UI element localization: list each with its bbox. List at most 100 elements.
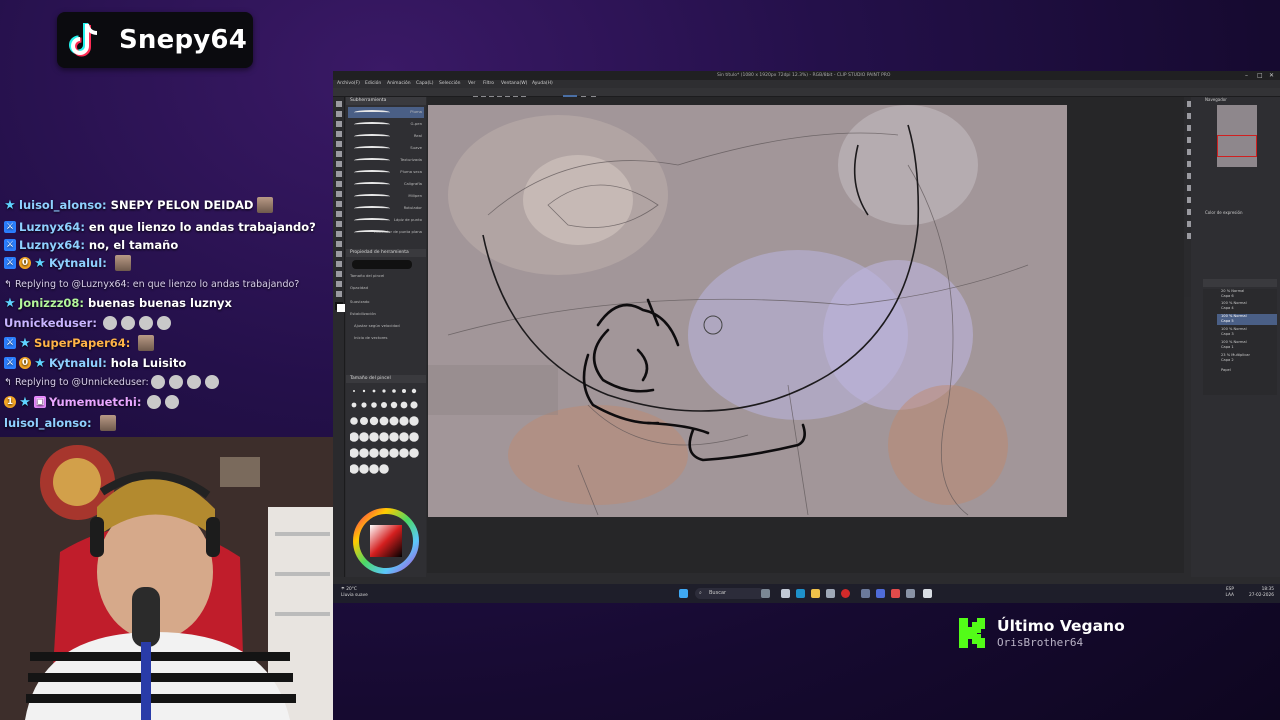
layer-list: 20 % Normal Capa 6 100 % Normal Capa 4 1… [1203, 289, 1277, 395]
brush-item[interactable]: Real [348, 131, 424, 142]
task-view-icon[interactable] [761, 589, 770, 598]
chat-message: ⚔ Luznyx64: en que lienzo lo andas traba… [4, 217, 316, 237]
layer-mode: 100 % Normal [1221, 340, 1247, 344]
opera-icon[interactable] [841, 589, 850, 598]
obs-icon[interactable] [891, 589, 900, 598]
layer-name[interactable]: Capa 1 [1221, 345, 1234, 349]
chat-text: SNEPY PELON DEIDAD [110, 198, 254, 212]
star-badge-icon: ★ [19, 394, 31, 410]
chat-username: Unnickeduser: [4, 316, 97, 330]
drawing-canvas[interactable] [428, 105, 1067, 517]
tool-property-title: Propiedad de herramienta [346, 249, 426, 257]
chat-message: 1 ★ ▣ Yumemuetchi: [4, 392, 181, 412]
layer-mode: 100 % Normal [1221, 301, 1247, 305]
prop-antialias: Suavizado [350, 299, 370, 304]
brush-item[interactable]: Texturizada [348, 155, 424, 166]
emote-icon [120, 316, 135, 330]
navigator-preview[interactable] [1217, 105, 1257, 167]
file-icon[interactable] [781, 589, 790, 598]
webcam-feed [0, 437, 333, 720]
emote-icon [168, 375, 183, 389]
brush-item[interactable]: Milipen [348, 191, 424, 202]
brush-item[interactable]: Marcador de punta plana [348, 227, 424, 238]
chat-username: Kytnalul: [49, 256, 107, 270]
menu-file[interactable]: Archivo(F) [337, 80, 360, 88]
chat-text: hola Luisito [110, 356, 187, 370]
layer-name[interactable]: Capa 2 [1221, 358, 1234, 362]
layer-name[interactable]: Papel [1221, 368, 1231, 372]
app-icon[interactable] [923, 589, 932, 598]
mod-badge-icon: ⚔ [4, 337, 16, 349]
menu-selection[interactable]: Selección [439, 80, 460, 88]
window-title: Sin título* (1080 x 1920px 72dpi 12.3%) … [717, 73, 891, 78]
layer-name[interactable]: Capa 4 [1221, 306, 1234, 310]
reply-icon: ↰ [4, 376, 12, 388]
clock-date: 27-02-2026 [1249, 593, 1274, 598]
star-badge-icon: ★ [4, 295, 16, 311]
brush-item[interactable]: Lápiz de punto [348, 215, 424, 226]
layer-mode: 100 % Normal [1221, 327, 1247, 331]
minimize-icon[interactable]: – [1245, 72, 1248, 79]
brush-item[interactable]: G-pen [348, 119, 424, 130]
chat-username: Kytnalul: [49, 356, 107, 370]
layer-name[interactable]: Capa 6 [1221, 294, 1234, 298]
chat-username: SuperPaper64: [34, 336, 131, 350]
maximize-icon[interactable]: □ [1257, 72, 1263, 79]
chat-message: ⚔ ★ SuperPaper64: [4, 333, 155, 353]
star-badge-icon: ★ [4, 197, 16, 213]
menu-animation[interactable]: Animación [387, 80, 411, 88]
app-icon[interactable] [906, 589, 915, 598]
channel-name: Snepy64 [119, 25, 248, 55]
folder-icon[interactable] [811, 589, 820, 598]
menu-window[interactable]: Ventana(W) [501, 80, 527, 88]
brush-item[interactable]: Caligrafía [348, 179, 424, 190]
prop-stabilization: Estabilización [350, 311, 376, 316]
close-icon[interactable]: ✕ [1269, 72, 1274, 79]
song-title: Último Vegano [997, 617, 1125, 635]
app-icon[interactable] [861, 589, 870, 598]
weather-temp: 20°C [346, 587, 357, 592]
navigator-title: Navegador [1205, 97, 1227, 102]
right-panel: Navegador Color de expresión 20 % Normal… [1191, 97, 1280, 577]
layer-name[interactable]: Capa 3 [1221, 332, 1234, 336]
window-titlebar: Sin título* (1080 x 1920px 72dpi 12.3%) … [333, 71, 1280, 80]
prop-vector-start[interactable]: Inicio de vectores [354, 335, 387, 340]
brush-item[interactable]: Pluma [348, 107, 424, 118]
emote-icon [165, 395, 180, 409]
layer-mode: 20 % Normal [1221, 289, 1245, 293]
emote-icon [186, 375, 201, 389]
canvas-area[interactable] [427, 97, 1184, 573]
chat-message: luisol_alonso: [4, 413, 116, 433]
menu-layer[interactable]: Capa(L) [416, 80, 434, 88]
brush-item[interactable]: Rotulador [348, 203, 424, 214]
now-playing-widget: Último Vegano OrisBrother64 [957, 612, 1125, 654]
avatar [257, 197, 274, 213]
channel-brand: Snepy64 [57, 12, 253, 68]
brush-item[interactable]: Suave [348, 143, 424, 154]
command-bar [333, 88, 1280, 102]
edge-icon[interactable] [796, 589, 805, 598]
weather-widget[interactable]: ☂ 20°C Lluvia suave [341, 587, 368, 599]
store-icon[interactable] [826, 589, 835, 598]
menu-edit[interactable]: Edición [365, 80, 381, 88]
tool-icons [335, 101, 345, 312]
menu-filter[interactable]: Filtro [483, 80, 494, 88]
prop-speed[interactable]: Ajustar según velocidad [354, 323, 400, 328]
chat-username: Yumemuetchi: [49, 395, 142, 409]
tool-palette [333, 97, 345, 577]
taskbar-search[interactable]: ⌕ Buscar [695, 588, 765, 599]
clip-studio-icon[interactable] [876, 589, 885, 598]
menu-view[interactable]: Ver [468, 80, 475, 88]
brush-size-grid[interactable] [350, 387, 422, 477]
chat-text: en que lienzo lo andas trabajando? [88, 220, 316, 234]
color-wheel[interactable] [352, 507, 420, 575]
search-icon: ⌕ [699, 590, 702, 596]
windows-start-icon[interactable] [679, 589, 688, 598]
system-clock[interactable]: ESP LAA 18:35 27-02-2026 [1226, 587, 1275, 599]
menu-help[interactable]: Ayuda(H) [532, 80, 553, 88]
chat-username: luisol_alonso: [4, 416, 92, 430]
brush-item[interactable]: Pluma seca [348, 167, 424, 178]
layer-name[interactable]: Capa 5 [1221, 319, 1234, 323]
avatar [114, 255, 131, 271]
avatar [138, 335, 155, 351]
